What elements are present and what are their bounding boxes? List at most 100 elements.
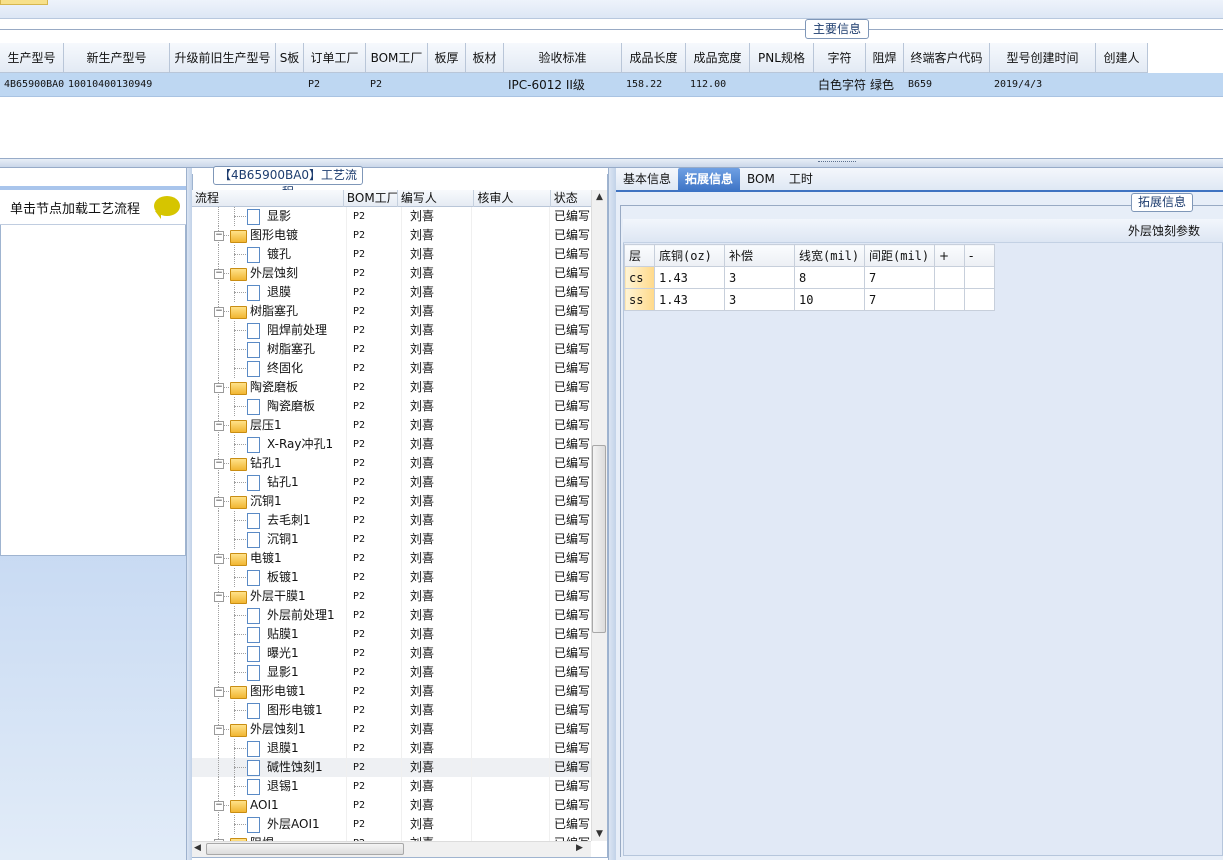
flow-tree-horizontal-thumb[interactable] <box>206 843 404 855</box>
flow-col-header[interactable]: 编写人 <box>398 190 475 207</box>
flow-tree-row[interactable]: 退锡1 P2 刘喜 已编写 <box>192 777 592 796</box>
main-grid-cell[interactable]: 2019/4/3 <box>990 73 1096 97</box>
scroll-up-icon[interactable]: ▲ <box>592 190 607 204</box>
params-cell[interactable]: 7 <box>864 288 935 311</box>
scroll-right-icon[interactable]: ▶ <box>576 843 583 853</box>
params-cell[interactable] <box>934 288 965 311</box>
main-col-header[interactable]: 生产型号 <box>0 43 64 73</box>
flow-tree-row[interactable]: 显影1 P2 刘喜 已编写 <box>192 663 592 682</box>
params-cell[interactable]: ss <box>624 288 655 311</box>
flow-tree-row[interactable]: 贴膜1 P2 刘喜 已编写 <box>192 625 592 644</box>
main-grid-row[interactable]: 4B65900BA0 10010400130949 P2 P2 IPC-6012 II级… <box>0 73 1223 97</box>
flow-tree-row[interactable]: − 陶瓷磨板 P2 刘喜 已编写 <box>192 378 592 397</box>
flow-col-header[interactable]: BOM工厂 <box>344 190 398 207</box>
collapse-icon[interactable]: − <box>214 801 224 811</box>
flow-node[interactable]: 曝光1 <box>192 644 347 663</box>
flow-node[interactable]: 退膜 <box>192 283 347 302</box>
vertical-splitter-right[interactable] <box>608 168 616 860</box>
params-cell[interactable]: 3 <box>724 266 795 289</box>
collapse-icon[interactable]: − <box>214 421 224 431</box>
main-grid-cell[interactable]: 10010400130949 <box>64 73 170 97</box>
flow-tree-row[interactable]: 去毛刺1 P2 刘喜 已编写 <box>192 511 592 530</box>
flow-node[interactable]: 显影1 <box>192 663 347 682</box>
flow-tree-row[interactable]: 碱性蚀刻1 P2 刘喜 已编写 <box>192 758 592 777</box>
params-col-header[interactable]: - <box>964 244 995 267</box>
main-col-header[interactable]: 验收标准 <box>504 43 622 73</box>
collapse-icon[interactable]: − <box>214 497 224 507</box>
main-col-header[interactable]: 升级前旧生产型号 <box>170 43 276 73</box>
params-cell[interactable]: 3 <box>724 288 795 311</box>
main-grid-cell[interactable] <box>1096 73 1148 97</box>
flow-tree-vertical-thumb[interactable] <box>592 445 606 633</box>
params-cell[interactable]: 8 <box>794 266 865 289</box>
params-cell[interactable]: 7 <box>864 266 935 289</box>
main-col-header[interactable]: 板厚 <box>428 43 466 73</box>
flow-node[interactable]: − 图形电镀1 <box>192 682 347 701</box>
flow-node[interactable]: X-Ray冲孔1 <box>192 435 347 454</box>
flow-node[interactable]: − 钻孔1 <box>192 454 347 473</box>
flow-col-header[interactable]: 流程 <box>192 190 344 207</box>
flow-tree-row[interactable]: 退膜 P2 刘喜 已编写 <box>192 283 592 302</box>
main-grid-cell[interactable]: 112.00 <box>686 73 750 97</box>
flow-tree-row[interactable]: − 外层蚀刻1 P2 刘喜 已编写 <box>192 720 592 739</box>
main-col-header[interactable]: 型号创建时间 <box>990 43 1096 73</box>
main-col-header[interactable]: 板材 <box>466 43 504 73</box>
tab-BOM[interactable]: BOM <box>740 168 782 192</box>
flow-node[interactable]: 钻孔1 <box>192 473 347 492</box>
params-row[interactable]: ss 1.43 3 10 7 <box>624 288 995 311</box>
flow-node[interactable]: 终固化 <box>192 359 347 378</box>
flow-node[interactable]: 树脂塞孔 <box>192 340 347 359</box>
params-row[interactable]: cs 1.43 3 8 7 <box>624 266 995 289</box>
main-grid-cell[interactable] <box>466 73 504 97</box>
main-grid-cell[interactable]: P2 <box>366 73 428 97</box>
flow-node[interactable]: 显影 <box>192 207 347 226</box>
collapse-icon[interactable]: − <box>214 687 224 697</box>
tab-拓展信息[interactable]: 拓展信息 <box>678 168 741 192</box>
main-col-header[interactable]: BOM工厂 <box>366 43 428 73</box>
main-grid-cell[interactable] <box>170 73 276 97</box>
main-grid-cell[interactable]: 4B65900BA0 <box>0 73 64 97</box>
flow-node[interactable]: − 图形电镀 <box>192 226 347 245</box>
flow-tree-row[interactable]: 钻孔1 P2 刘喜 已编写 <box>192 473 592 492</box>
flow-tree-row[interactable]: 镀孔 P2 刘喜 已编写 <box>192 245 592 264</box>
main-col-header[interactable]: S板 <box>276 43 304 73</box>
flow-tree-row[interactable]: − 沉铜1 P2 刘喜 已编写 <box>192 492 592 511</box>
main-col-header[interactable]: 订单工厂 <box>304 43 366 73</box>
collapse-icon[interactable]: − <box>214 383 224 393</box>
flow-node[interactable]: 图形电镀1 <box>192 701 347 720</box>
flow-tree-row[interactable]: 图形电镀1 P2 刘喜 已编写 <box>192 701 592 720</box>
params-col-header[interactable]: + <box>934 244 965 267</box>
main-grid-cell[interactable] <box>750 73 814 97</box>
flow-node[interactable]: 板镀1 <box>192 568 347 587</box>
flow-node[interactable]: 镀孔 <box>192 245 347 264</box>
tab-基本信息[interactable]: 基本信息 <box>616 168 678 192</box>
flow-node[interactable]: 退膜1 <box>192 739 347 758</box>
flow-tree-row[interactable]: 外层前处理1 P2 刘喜 已编写 <box>192 606 592 625</box>
main-grid-cell[interactable] <box>276 73 304 97</box>
flow-tree-row[interactable]: 陶瓷磨板 P2 刘喜 已编写 <box>192 397 592 416</box>
flow-tree-row[interactable]: 树脂塞孔 P2 刘喜 已编写 <box>192 340 592 359</box>
flow-tree-row[interactable]: 终固化 P2 刘喜 已编写 <box>192 359 592 378</box>
flow-node[interactable]: 沉铜1 <box>192 530 347 549</box>
params-col-header[interactable]: 间距(mil) <box>864 244 935 267</box>
scroll-down-icon[interactable]: ▼ <box>592 827 607 841</box>
main-grid-cell[interactable]: P2 <box>304 73 366 97</box>
flow-tree-row[interactable]: − 图形电镀1 P2 刘喜 已编写 <box>192 682 592 701</box>
params-cell[interactable]: 1.43 <box>654 288 725 311</box>
params-cell[interactable]: 1.43 <box>654 266 725 289</box>
flow-tree-row[interactable]: 沉铜1 P2 刘喜 已编写 <box>192 530 592 549</box>
flow-tree-row[interactable]: − 外层干膜1 P2 刘喜 已编写 <box>192 587 592 606</box>
flow-node[interactable]: 退锡1 <box>192 777 347 796</box>
flow-node[interactable]: 外层前处理1 <box>192 606 347 625</box>
collapse-icon[interactable]: − <box>214 725 224 735</box>
flow-tree-row[interactable]: − 图形电镀 P2 刘喜 已编写 <box>192 226 592 245</box>
params-cell[interactable] <box>934 266 965 289</box>
flow-tree[interactable]: 显影 P2 刘喜 已编写 − 图形电镀 P2 刘喜 已编写 镀孔 P2 刘喜 已编写 − 外层蚀刻 P2 刘喜已… <box>192 207 592 841</box>
main-grid-cell[interactable]: B659 <box>904 73 990 97</box>
main-col-header[interactable]: 成品长度 <box>622 43 686 73</box>
flow-node[interactable]: − 沉铜1 <box>192 492 347 511</box>
main-grid-cell[interactable]: 158.22 <box>622 73 686 97</box>
collapse-icon[interactable]: − <box>214 307 224 317</box>
flow-node[interactable]: − 电镀1 <box>192 549 347 568</box>
flow-node[interactable]: −阻焊 <box>192 834 347 841</box>
